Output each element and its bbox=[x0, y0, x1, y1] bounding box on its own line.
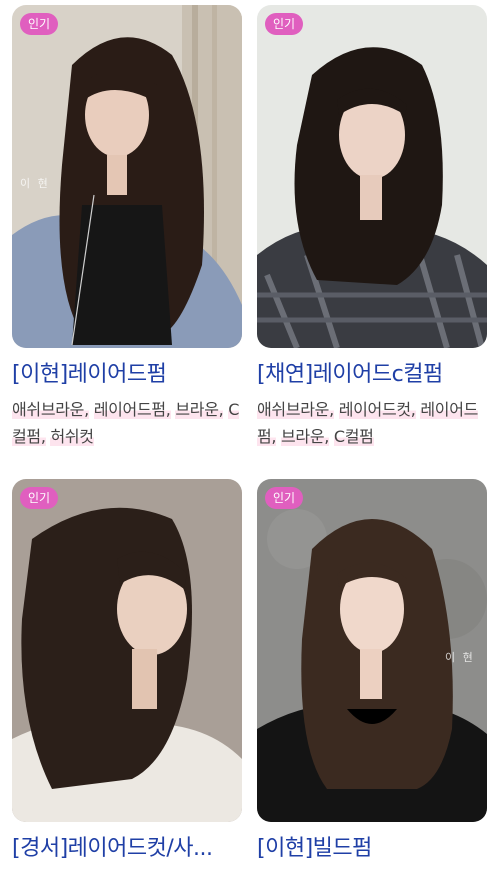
popular-badge: 인기 bbox=[20, 13, 59, 35]
tag: 애쉬브라운, bbox=[257, 400, 334, 419]
style-card-2[interactable]: 인기 [채연]레이어드c컬펌 애쉬브라운, 레이어드컷, 레이어드펌, 브라운,… bbox=[257, 5, 487, 450]
tag-list: 애쉬브라운, 레이어드컷, 레이어드펌, 브라운, C컬펌 bbox=[257, 396, 487, 450]
tag: 브라운, bbox=[175, 400, 224, 419]
tag-list: 애쉬브라운, 레이어드펌, 브라운, C컬펌, 허쉬컷 bbox=[12, 396, 242, 450]
style-card-1[interactable]: 인기 이 현 [이현]레이어드펌 애쉬브라운, 레이어드펌, 브라운, C컬펌,… bbox=[12, 5, 242, 450]
tag: 허쉬컷 bbox=[50, 427, 94, 446]
hair-photo-image bbox=[12, 479, 242, 822]
card-title[interactable]: [채연]레이어드c컬펌 bbox=[257, 360, 487, 390]
style-photo-3[interactable]: 인기 bbox=[12, 479, 242, 822]
tag: 애쉬브라운, bbox=[12, 400, 89, 419]
style-photo-2[interactable]: 인기 bbox=[257, 5, 487, 348]
watermark-text: 이 현 bbox=[445, 651, 475, 664]
tag: C컬펌 bbox=[333, 427, 374, 446]
tag: 레이어드컷, bbox=[338, 400, 416, 419]
hair-photo-image bbox=[257, 5, 487, 348]
style-card-3[interactable]: 인기 [경서]레이어드컷/사... bbox=[12, 479, 242, 864]
card-title[interactable]: [경서]레이어드컷/사... bbox=[12, 834, 242, 864]
watermark-text: 이 현 bbox=[20, 177, 50, 190]
style-card-4[interactable]: 인기 이 현 [이현]빌드펌 bbox=[257, 479, 487, 864]
style-photo-4[interactable]: 인기 이 현 bbox=[257, 479, 487, 822]
popular-badge: 인기 bbox=[265, 13, 304, 35]
popular-badge: 인기 bbox=[265, 487, 304, 509]
card-title[interactable]: [이현]빌드펌 bbox=[257, 834, 487, 864]
card-title[interactable]: [이현]레이어드펌 bbox=[12, 360, 242, 390]
style-photo-1[interactable]: 인기 이 현 bbox=[12, 5, 242, 348]
popular-badge: 인기 bbox=[20, 487, 59, 509]
tag: 레이어드펌, bbox=[93, 400, 171, 419]
tag: 브라운, bbox=[281, 427, 330, 446]
